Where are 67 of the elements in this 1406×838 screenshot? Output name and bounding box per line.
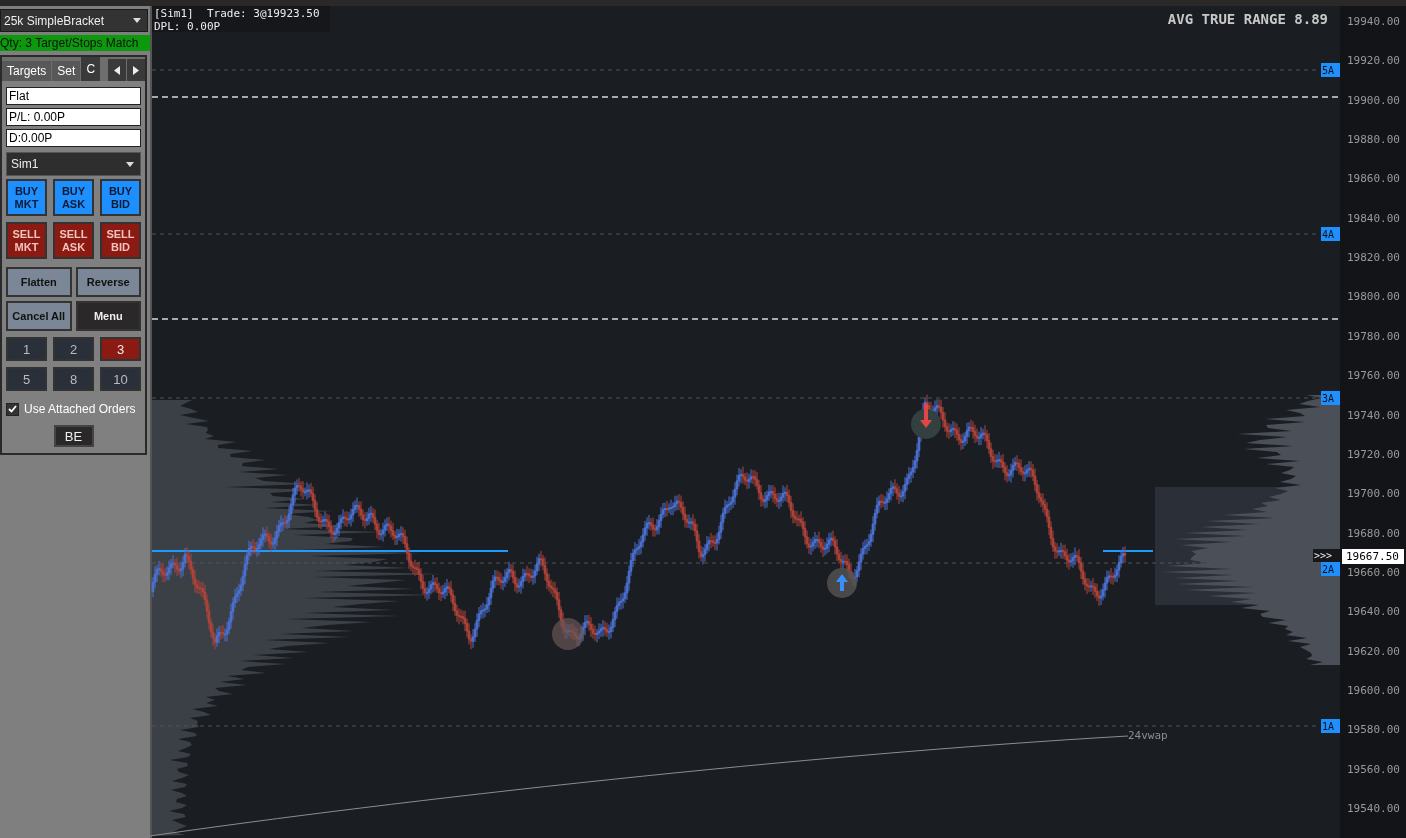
account-dropdown[interactable]: Sim1 [6, 152, 141, 176]
breakeven-button[interactable]: BE [53, 425, 94, 447]
price-axis-label: 19680.00 [1347, 526, 1400, 540]
order-button[interactable]: SELL MKT [6, 222, 47, 259]
price-axis-label: 19560.00 [1347, 762, 1400, 776]
dropdown-caret-icon[interactable] [126, 161, 134, 167]
tab-scroll-left-icon[interactable] [108, 59, 126, 81]
quantity-button[interactable]: 3 [100, 337, 141, 361]
price-axis-label: 19780.00 [1347, 329, 1400, 343]
status-field[interactable]: D:0.00P [6, 129, 141, 147]
price-axis-label: 19860.00 [1347, 172, 1400, 186]
price-axis-label: 19880.00 [1347, 133, 1400, 147]
quantity-button[interactable]: 8 [53, 367, 94, 391]
price-axis-label: 19760.00 [1347, 369, 1400, 383]
action-button[interactable]: Flatten [6, 267, 72, 297]
strategy-dropdown[interactable]: 25k SimpleBracket [0, 9, 148, 32]
checkbox[interactable] [6, 402, 19, 416]
quantity-button[interactable]: 1 [6, 337, 47, 361]
action-button[interactable]: Reverse [75, 267, 141, 297]
status-banner: Qty: 3 Target/Stops Match [0, 35, 150, 51]
price-axis-label: 19700.00 [1347, 487, 1400, 501]
price-axis-label: 19640.00 [1347, 605, 1400, 619]
last-price-tag: 19667.50 [1342, 549, 1404, 564]
level-tag: 1A [1321, 719, 1340, 733]
price-axis-label: 19940.00 [1347, 15, 1400, 28]
price-axis-label: 19720.00 [1347, 447, 1400, 461]
price-axis-label: 19920.00 [1347, 54, 1400, 68]
quantity-button[interactable]: 5 [6, 367, 47, 391]
quantity-button[interactable]: 2 [53, 337, 94, 361]
price-level-line [1102, 550, 1154, 552]
sell-arrow-icon [911, 404, 941, 439]
panel-tab[interactable]: Targets [2, 61, 52, 81]
price-axis-label: 19580.00 [1347, 723, 1400, 737]
status-field[interactable]: Flat [6, 87, 141, 105]
order-button[interactable]: SELL ASK [53, 222, 94, 259]
tab-scroll-right-icon[interactable] [127, 59, 145, 81]
trade-marker-icon [552, 618, 584, 650]
order-button[interactable]: BUY MKT [6, 179, 47, 216]
checkbox-label: Use Attached Orders [24, 402, 136, 416]
order-button[interactable]: BUY BID [100, 179, 141, 216]
order-button[interactable]: BUY ASK [53, 179, 94, 216]
level-tag: 5A [1321, 63, 1340, 77]
level-tag: 2A [1321, 562, 1340, 576]
price-axis-label: 19820.00 [1347, 251, 1400, 265]
price-axis-label: 19660.00 [1347, 565, 1400, 579]
action-button[interactable]: Cancel All [6, 301, 72, 331]
status-field[interactable]: P/L: 0.00P [6, 108, 141, 126]
price-axis-label: 19840.00 [1347, 211, 1400, 225]
quantity-button[interactable]: 10 [100, 367, 141, 391]
level-tag: 3A [1321, 391, 1340, 405]
panel-tab[interactable]: C [81, 57, 101, 81]
indicator-title: AVG TRUE RANGE 8.89 [1167, 11, 1328, 27]
order-button[interactable]: SELL BID [100, 222, 141, 259]
dropdown-caret-icon[interactable] [133, 18, 141, 23]
price-axis-label: 19740.00 [1347, 408, 1400, 422]
price-axis-label: 19600.00 [1347, 683, 1400, 697]
last-price-marker: >>> [1313, 549, 1340, 562]
action-button[interactable]: Menu [75, 301, 141, 331]
price-axis-label: 19800.00 [1347, 290, 1400, 304]
daily-pl-text: DPL: 0.00P [154, 20, 221, 33]
panel-tab[interactable]: Set [52, 61, 81, 81]
vwap-label: 24vwap [1128, 729, 1168, 742]
price-axis-label: 19540.00 [1347, 802, 1400, 815]
price-axis-label: 19900.00 [1347, 93, 1400, 107]
price-axis-label: 19620.00 [1347, 644, 1400, 658]
level-tag: 4A [1321, 227, 1340, 241]
account-info-text: [Sim1] Trade: 3@19923.50 [154, 7, 320, 20]
